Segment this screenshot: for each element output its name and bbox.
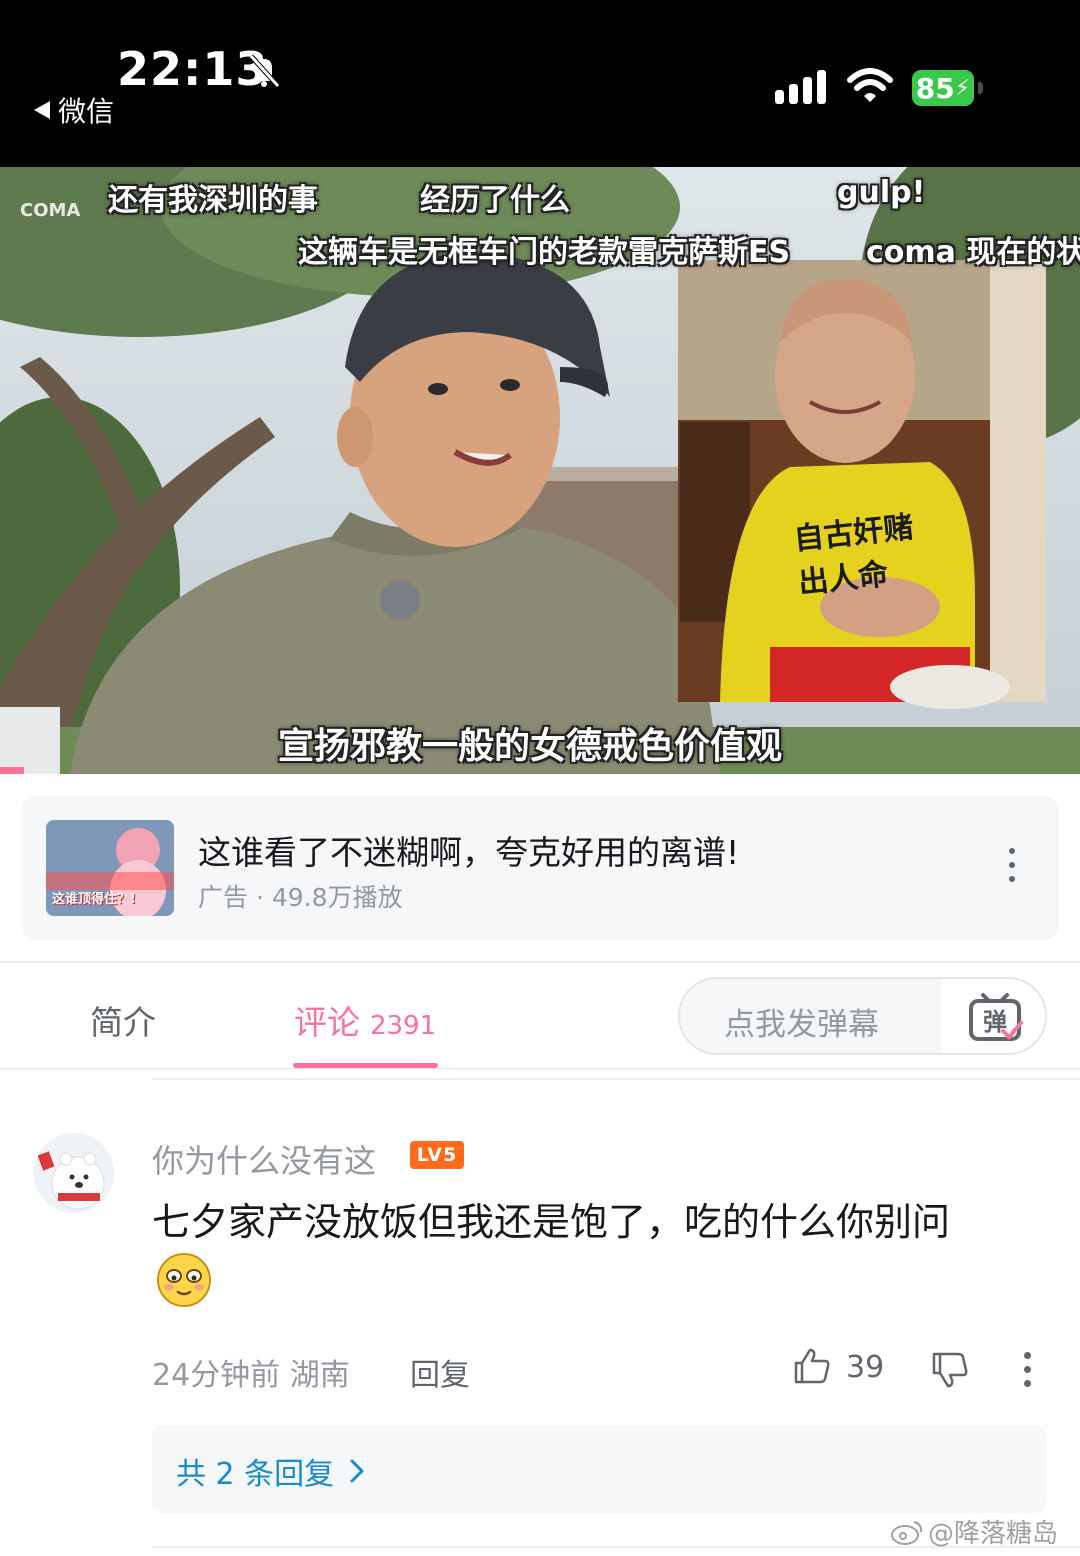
avatar-image: [34, 1133, 114, 1213]
shy-face-emoji-icon: [157, 1253, 211, 1307]
danmaku-placeholder: 点我发弹幕: [724, 1007, 879, 1043]
subtitle-line-2a: 这辆车是无框车门的老款雷克萨斯ES: [298, 235, 791, 270]
comment-time-location: 24分钟前 湖南: [152, 1358, 350, 1393]
reply-button[interactable]: 回复: [410, 1350, 470, 1394]
signal-icon: [775, 70, 826, 104]
battery-tip: [978, 82, 983, 94]
level-badge: LV5: [410, 1141, 464, 1169]
back-arrow-icon: [34, 101, 50, 119]
charging-bolt-icon: ⚡: [954, 75, 971, 101]
like-count: 39: [846, 1350, 885, 1385]
shirt-text: 自古奸赌出人命: [792, 509, 916, 602]
wifi-icon: [847, 68, 893, 102]
status-bar: 22:13 微信 85 ⚡: [0, 0, 1080, 167]
divider: [0, 961, 1080, 963]
weibo-watermark: @降落糖岛: [890, 1513, 1058, 1550]
ad-more-icon[interactable]: [1006, 848, 1018, 888]
danmaku-icon: 弹: [968, 993, 1023, 1041]
comment-text: 七夕家产没放饭但我还是饱了，吃的什么你别问: [152, 1200, 951, 1244]
tab-intro[interactable]: 简介: [90, 996, 156, 1044]
subtitle-bottom: 宣扬邪教一般的女德戒色价值观: [278, 726, 783, 767]
ad-meta: 广告 · 49.8万播放: [198, 883, 403, 912]
watermark-text: @降落糖岛: [928, 1519, 1059, 1549]
video-progress-bar[interactable]: [0, 767, 24, 774]
divider: [152, 1078, 1080, 1080]
danmaku-input[interactable]: 点我发弹幕 弹: [678, 977, 1047, 1055]
danmaku-toggle-button[interactable]: 弹: [942, 979, 1045, 1053]
ad-thumbnail: 这谁顶得住？!: [46, 820, 174, 916]
tab-comments-label: 评论: [294, 1003, 360, 1042]
ad-title: 这谁看了不迷糊啊，夸克好用的离谱!: [198, 833, 740, 872]
subtitle-line-1a: 还有我深圳的事: [108, 183, 318, 218]
comments-count: 2391: [370, 1011, 437, 1041]
subtitle-line-1b: 经历了什么: [420, 183, 570, 218]
weibo-logo-icon: [891, 1520, 923, 1545]
replies-label: 共 2 条回复: [176, 1457, 335, 1492]
ad-thumbnail-caption: 这谁顶得住？!: [52, 892, 136, 907]
battery-indicator: 85 ⚡: [912, 70, 974, 106]
thumbs-down-icon[interactable]: [930, 1350, 970, 1390]
tab-comments[interactable]: 评论 2391: [294, 996, 436, 1044]
comment-more-icon[interactable]: [1022, 1352, 1032, 1388]
back-to-wechat[interactable]: 微信: [34, 90, 114, 130]
subtitle-line-1c: gulp!: [837, 175, 926, 210]
avatar[interactable]: [34, 1133, 114, 1213]
back-label: 微信: [58, 95, 115, 128]
comment-username[interactable]: 你为什么没有这: [152, 1136, 376, 1182]
view-replies-button[interactable]: 共 2 条回复: [152, 1425, 1047, 1513]
bell-muted-icon: [249, 54, 280, 88]
divider: [0, 1068, 1080, 1069]
chevron-right-icon: [350, 1459, 364, 1483]
ad-card[interactable]: 这谁顶得住？! 这谁看了不迷糊啊，夸克好用的离谱! 广告 · 49.8万播放: [22, 796, 1059, 940]
video-player[interactable]: COMA 还有我深圳的事 经历了什么 gulp! 这辆车是无框车门的老款雷克萨斯…: [0, 167, 1080, 774]
subtitle-line-2b: coma 现在的状: [866, 235, 1080, 270]
battery-level: 85: [915, 71, 955, 105]
video-watermark: COMA: [20, 200, 81, 221]
thumbs-up-icon[interactable]: [792, 1346, 832, 1386]
